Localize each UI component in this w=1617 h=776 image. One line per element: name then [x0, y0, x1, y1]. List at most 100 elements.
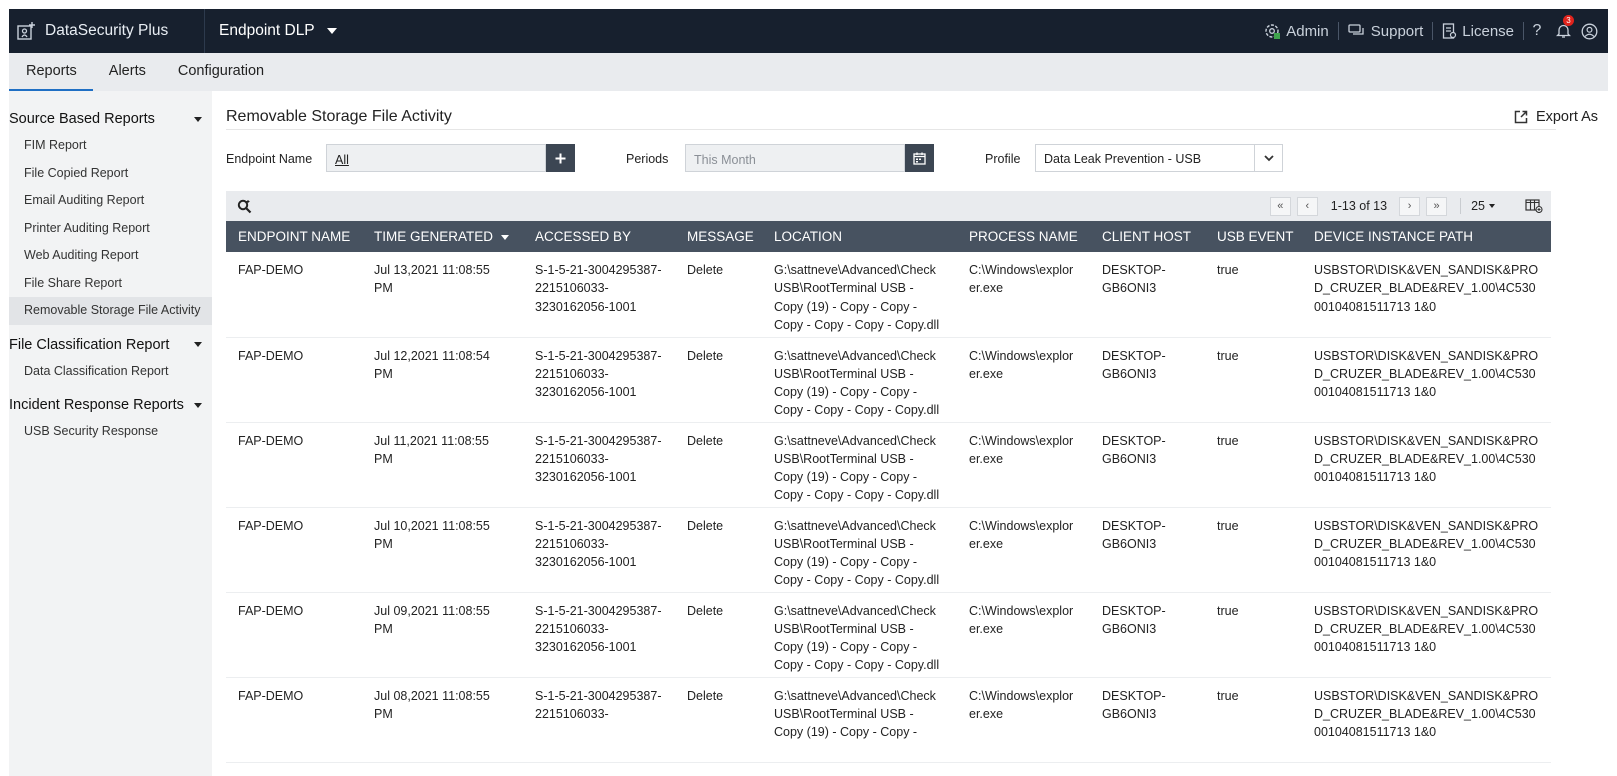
product-switcher[interactable]: Endpoint DLP [205, 22, 337, 40]
table-row[interactable]: FAP-DEMO Jul 12,2021 11:08:54 PM S-1-5-2… [226, 337, 1551, 423]
cell-time-generated: Jul 08,2021 11:08:55 PM [362, 677, 523, 763]
double-chevron-left-icon: « [1277, 200, 1284, 212]
caret-down-icon [194, 402, 202, 408]
page-title: Removable Storage File Activity [226, 108, 452, 125]
prev-page-button[interactable]: ‹ [1296, 196, 1318, 216]
sidebar-item-removable-storage-file-activity[interactable]: Removable Storage File Activity [9, 297, 212, 325]
sidebar-group-incident-response-reports[interactable]: Incident Response Reports [9, 395, 212, 415]
endpoint-name-value: All [335, 153, 349, 167]
cell-usb-event: true [1205, 507, 1302, 593]
table-search-button[interactable] [237, 199, 252, 214]
tab-configuration[interactable]: Configuration [162, 53, 280, 91]
table-row[interactable]: FAP-DEMO Jul 08,2021 11:08:55 PM S-1-5-2… [226, 677, 1551, 763]
app-window: DataSecurity Plus Endpoint DLP Admin Sup… [0, 0, 1617, 776]
cell-device-instance-path: USBSTOR\DISK&VEN_SANDISK&PROD_CRUZER_BLA… [1302, 252, 1551, 338]
sidebar-item-fim-report[interactable]: FIM Report [9, 132, 212, 160]
column-header-label: TIME GENERATED [374, 229, 494, 244]
admin-link[interactable]: Admin [1254, 22, 1339, 40]
column-header-message[interactable]: MESSAGE [675, 221, 762, 252]
license-icon [1443, 22, 1457, 39]
cell-location: G:\sattneve\Advanced\Check USB\RootTermi… [762, 422, 957, 508]
license-label: License [1462, 22, 1514, 40]
tab-alerts[interactable]: Alerts [93, 53, 162, 91]
page-range: 1-13 of 13 [1330, 199, 1388, 213]
brand-name: DataSecurity Plus [45, 22, 169, 39]
next-page-button[interactable]: › [1399, 196, 1421, 216]
cell-endpoint-name: FAP-DEMO [226, 677, 362, 763]
sidebar-group-file-classification-report[interactable]: File Classification Report [9, 335, 212, 355]
support-link[interactable]: Support [1339, 22, 1434, 40]
column-header-location[interactable]: LOCATION [762, 221, 957, 252]
column-header-process-name[interactable]: PROCESS NAME [957, 221, 1090, 252]
sidebar-item-web-auditing-report[interactable]: Web Auditing Report [9, 242, 212, 270]
cell-time-generated: Jul 12,2021 11:08:54 PM [362, 337, 523, 423]
page-size-select[interactable]: 25 [1471, 199, 1495, 213]
table-row[interactable]: FAP-DEMO Jul 10,2021 11:08:55 PM S-1-5-2… [226, 507, 1551, 593]
chevron-right-icon: › [1407, 200, 1412, 212]
sidebar-item-email-auditing-report[interactable]: Email Auditing Report [9, 187, 212, 215]
sidebar-item-printer-auditing-report[interactable]: Printer Auditing Report [9, 215, 212, 243]
cell-location: G:\sattneve\Advanced\Check USB\RootTermi… [762, 677, 957, 763]
column-header-client-host[interactable]: CLIENT HOST [1090, 221, 1205, 252]
cell-usb-event: true [1205, 252, 1302, 338]
cell-time-generated: Jul 09,2021 11:08:55 PM [362, 592, 523, 678]
endpoint-name-field[interactable]: All [326, 144, 546, 172]
cell-endpoint-name: FAP-DEMO [226, 252, 362, 338]
cell-usb-event: true [1205, 592, 1302, 678]
sidebar: Source Based Reports FIM Report File Cop… [9, 91, 212, 776]
cell-client-host: DESKTOP-GB6ONI3 [1090, 592, 1205, 678]
table-row[interactable]: FAP-DEMO Jul 11,2021 11:08:55 PM S-1-5-2… [226, 422, 1551, 508]
cell-accessed-by: S-1-5-21-3004295387-2215106033-323016205… [523, 422, 675, 508]
brand[interactable]: DataSecurity Plus [9, 9, 205, 53]
table-row[interactable]: FAP-DEMO Jul 09,2021 11:08:55 PM S-1-5-2… [226, 592, 1551, 678]
cell-client-host: DESKTOP-GB6ONI3 [1090, 507, 1205, 593]
sidebar-item-usb-security-response[interactable]: USB Security Response [9, 418, 212, 446]
sidebar-group-title: Source Based Reports [9, 111, 155, 127]
table-row[interactable]: FAP-DEMO Jul 13,2021 11:08:55 PM S-1-5-2… [226, 252, 1551, 338]
sidebar-item-file-copied-report[interactable]: File Copied Report [9, 160, 212, 188]
cell-endpoint-name: FAP-DEMO [226, 507, 362, 593]
user-profile-button[interactable] [1576, 21, 1602, 41]
cell-client-host: DESKTOP-GB6ONI3 [1090, 252, 1205, 338]
cell-message: Delete [675, 252, 762, 338]
sidebar-group-source-based-reports[interactable]: Source Based Reports [9, 109, 212, 129]
cell-message: Delete [675, 337, 762, 423]
sidebar-item-data-classification-report[interactable]: Data Classification Report [9, 358, 212, 386]
cell-process-name: C:\Windows\explorer.exe [957, 252, 1090, 338]
product-name: Endpoint DLP [219, 22, 315, 39]
column-header-endpoint-name[interactable]: ENDPOINT NAME [226, 221, 362, 252]
column-header-time-generated[interactable]: TIME GENERATED [362, 221, 523, 252]
help-button[interactable]: ? [1524, 21, 1550, 41]
last-page-button[interactable]: » [1426, 196, 1448, 216]
column-chooser-button[interactable] [1525, 199, 1543, 213]
calendar-button[interactable] [905, 144, 934, 172]
cell-accessed-by: S-1-5-21-3004295387-2215106033-323016205… [523, 507, 675, 593]
column-header-accessed-by[interactable]: ACCESSED BY [523, 221, 675, 252]
cell-usb-event: true [1205, 337, 1302, 423]
cell-accessed-by: S-1-5-21-3004295387-2215106033-323016205… [523, 337, 675, 423]
cell-message: Delete [675, 422, 762, 508]
first-page-button[interactable]: « [1269, 196, 1291, 216]
sort-desc-icon [501, 234, 510, 240]
periods-label: Periods [626, 152, 669, 166]
cell-endpoint-name: FAP-DEMO [226, 592, 362, 678]
column-settings-icon [1525, 199, 1543, 213]
column-header-device-instance-path[interactable]: DEVICE INSTANCE PATH [1302, 221, 1551, 252]
notifications-button[interactable]: 3 [1550, 15, 1576, 41]
add-endpoint-button[interactable] [546, 144, 575, 172]
admin-label: Admin [1286, 22, 1329, 40]
license-link[interactable]: License [1433, 22, 1524, 40]
sidebar-group-title: Incident Response Reports [9, 397, 184, 413]
profile-dropdown-button[interactable] [1254, 144, 1283, 172]
tab-reports[interactable]: Reports [9, 53, 93, 91]
sidebar-item-file-share-report[interactable]: File Share Report [9, 270, 212, 298]
profile-select[interactable]: Data Leak Prevention - USB [1035, 144, 1255, 172]
column-header-usb-event[interactable]: USB EVENT [1205, 221, 1302, 252]
export-as-button[interactable]: Export As [1514, 109, 1598, 125]
profile-label: Profile [985, 152, 1021, 166]
cell-usb-event: true [1205, 422, 1302, 508]
periods-field[interactable]: This Month [685, 144, 905, 172]
cell-accessed-by: S-1-5-21-3004295387-2215106033- [523, 677, 675, 763]
table-header-row: ENDPOINT NAME TIME GENERATED ACCESSED BY… [226, 221, 1551, 252]
cell-time-generated: Jul 11,2021 11:08:55 PM [362, 422, 523, 508]
